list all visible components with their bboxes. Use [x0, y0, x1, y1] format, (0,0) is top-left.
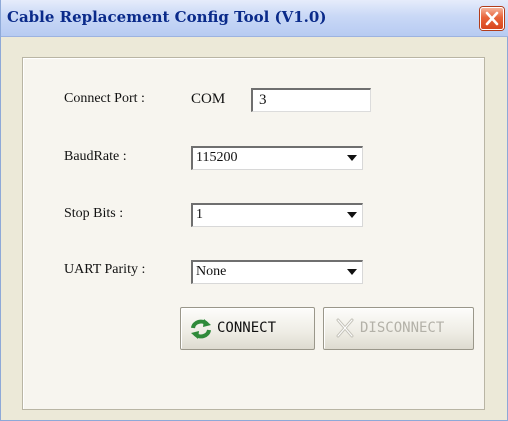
uart-parity-select[interactable]: None: [191, 260, 363, 284]
disconnect-button: DISCONNECT: [323, 307, 474, 350]
baud-rate-value: 115200: [196, 150, 238, 165]
config-window: Cable Replacement Config Tool (V1.0) Con…: [0, 0, 508, 421]
chevron-down-icon: [347, 212, 357, 218]
baud-rate-select[interactable]: 115200: [191, 146, 363, 170]
window-title: Cable Replacement Config Tool (V1.0): [7, 8, 327, 26]
stop-bits-select[interactable]: 1: [191, 203, 363, 227]
close-icon: [485, 11, 499, 26]
stop-bits-label: Stop Bits :: [64, 206, 124, 221]
baud-rate-label: BaudRate :: [64, 149, 127, 164]
connect-port-label: Connect Port :: [64, 91, 145, 106]
stop-bits-value: 1: [196, 207, 203, 222]
uart-parity-label: UART Parity :: [64, 262, 146, 277]
connect-button[interactable]: CONNECT: [180, 307, 315, 350]
com-label: COM: [191, 91, 226, 107]
title-bar[interactable]: Cable Replacement Config Tool (V1.0): [1, 0, 508, 37]
disconnect-x-icon: [336, 318, 354, 342]
chevron-down-icon: [347, 155, 357, 161]
disconnect-button-label: DISCONNECT: [360, 320, 445, 336]
refresh-icon: [189, 318, 213, 344]
stop-bits-dropdown-button[interactable]: [343, 206, 361, 224]
close-button[interactable]: [480, 7, 504, 30]
baud-rate-dropdown-button[interactable]: [343, 149, 361, 167]
uart-parity-dropdown-button[interactable]: [343, 263, 361, 281]
uart-parity-value: None: [196, 264, 227, 279]
connect-button-label: CONNECT: [217, 320, 277, 336]
chevron-down-icon: [347, 269, 357, 275]
com-port-input[interactable]: 3: [251, 88, 371, 112]
